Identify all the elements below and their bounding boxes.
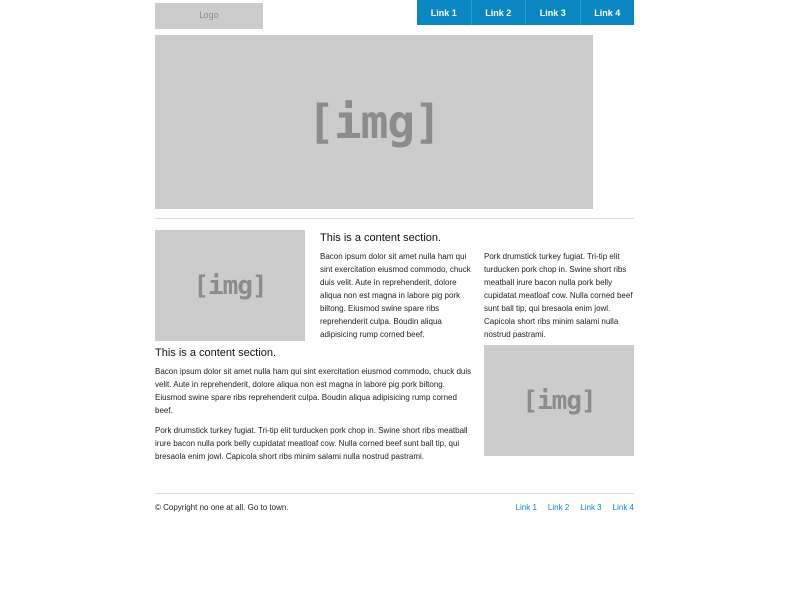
logo[interactable]: Logo <box>155 3 263 29</box>
logo-text: Logo <box>199 11 219 21</box>
copyright-text: © Copyright no one at all. Go to town. <box>155 503 289 512</box>
section2-heading: This is a content section. <box>155 347 277 359</box>
side-paragraph: Pork drumstick turkey fugiat. Tri-tip el… <box>484 252 633 339</box>
footer-divider <box>155 493 634 494</box>
section2-image-label: [img] <box>522 385 596 416</box>
hero-image-placeholder: [img] <box>155 35 593 209</box>
section1-paragraph: Bacon ipsum dolor sit amet nulla ham qui… <box>320 252 471 339</box>
section2-paragraph-2: Pork drumstick turkey fugiat. Tri-tip el… <box>155 426 468 461</box>
section1-image-label: [img] <box>193 270 267 301</box>
footer-link-1[interactable]: Link 1 <box>516 503 537 512</box>
top-nav: Link 1 Link 2 Link 3 Link 4 <box>417 0 634 25</box>
footer-nav: Link 1 Link 2 Link 3 Link 4 <box>500 503 634 512</box>
section1-heading: This is a content section. <box>320 232 442 244</box>
footer-link-3[interactable]: Link 3 <box>580 503 601 512</box>
section1-image-placeholder: [img] <box>155 230 305 341</box>
divider <box>155 218 634 219</box>
footer-link-2[interactable]: Link 2 <box>548 503 569 512</box>
nav-link-3[interactable]: Link 3 <box>525 0 580 25</box>
hero-image-label: [img] <box>307 95 441 149</box>
section2-image-placeholder: [img] <box>484 345 634 456</box>
nav-link-2[interactable]: Link 2 <box>470 0 526 25</box>
footer-link-4[interactable]: Link 4 <box>613 503 634 512</box>
page: Logo Link 1 Link 2 Link 3 Link 4 [img] [… <box>0 0 800 600</box>
nav-link-4[interactable]: Link 4 <box>579 0 635 25</box>
nav-link-1[interactable]: Link 1 <box>417 0 471 25</box>
section2-paragraph-1: Bacon ipsum dolor sit amet nulla ham qui… <box>155 367 472 415</box>
